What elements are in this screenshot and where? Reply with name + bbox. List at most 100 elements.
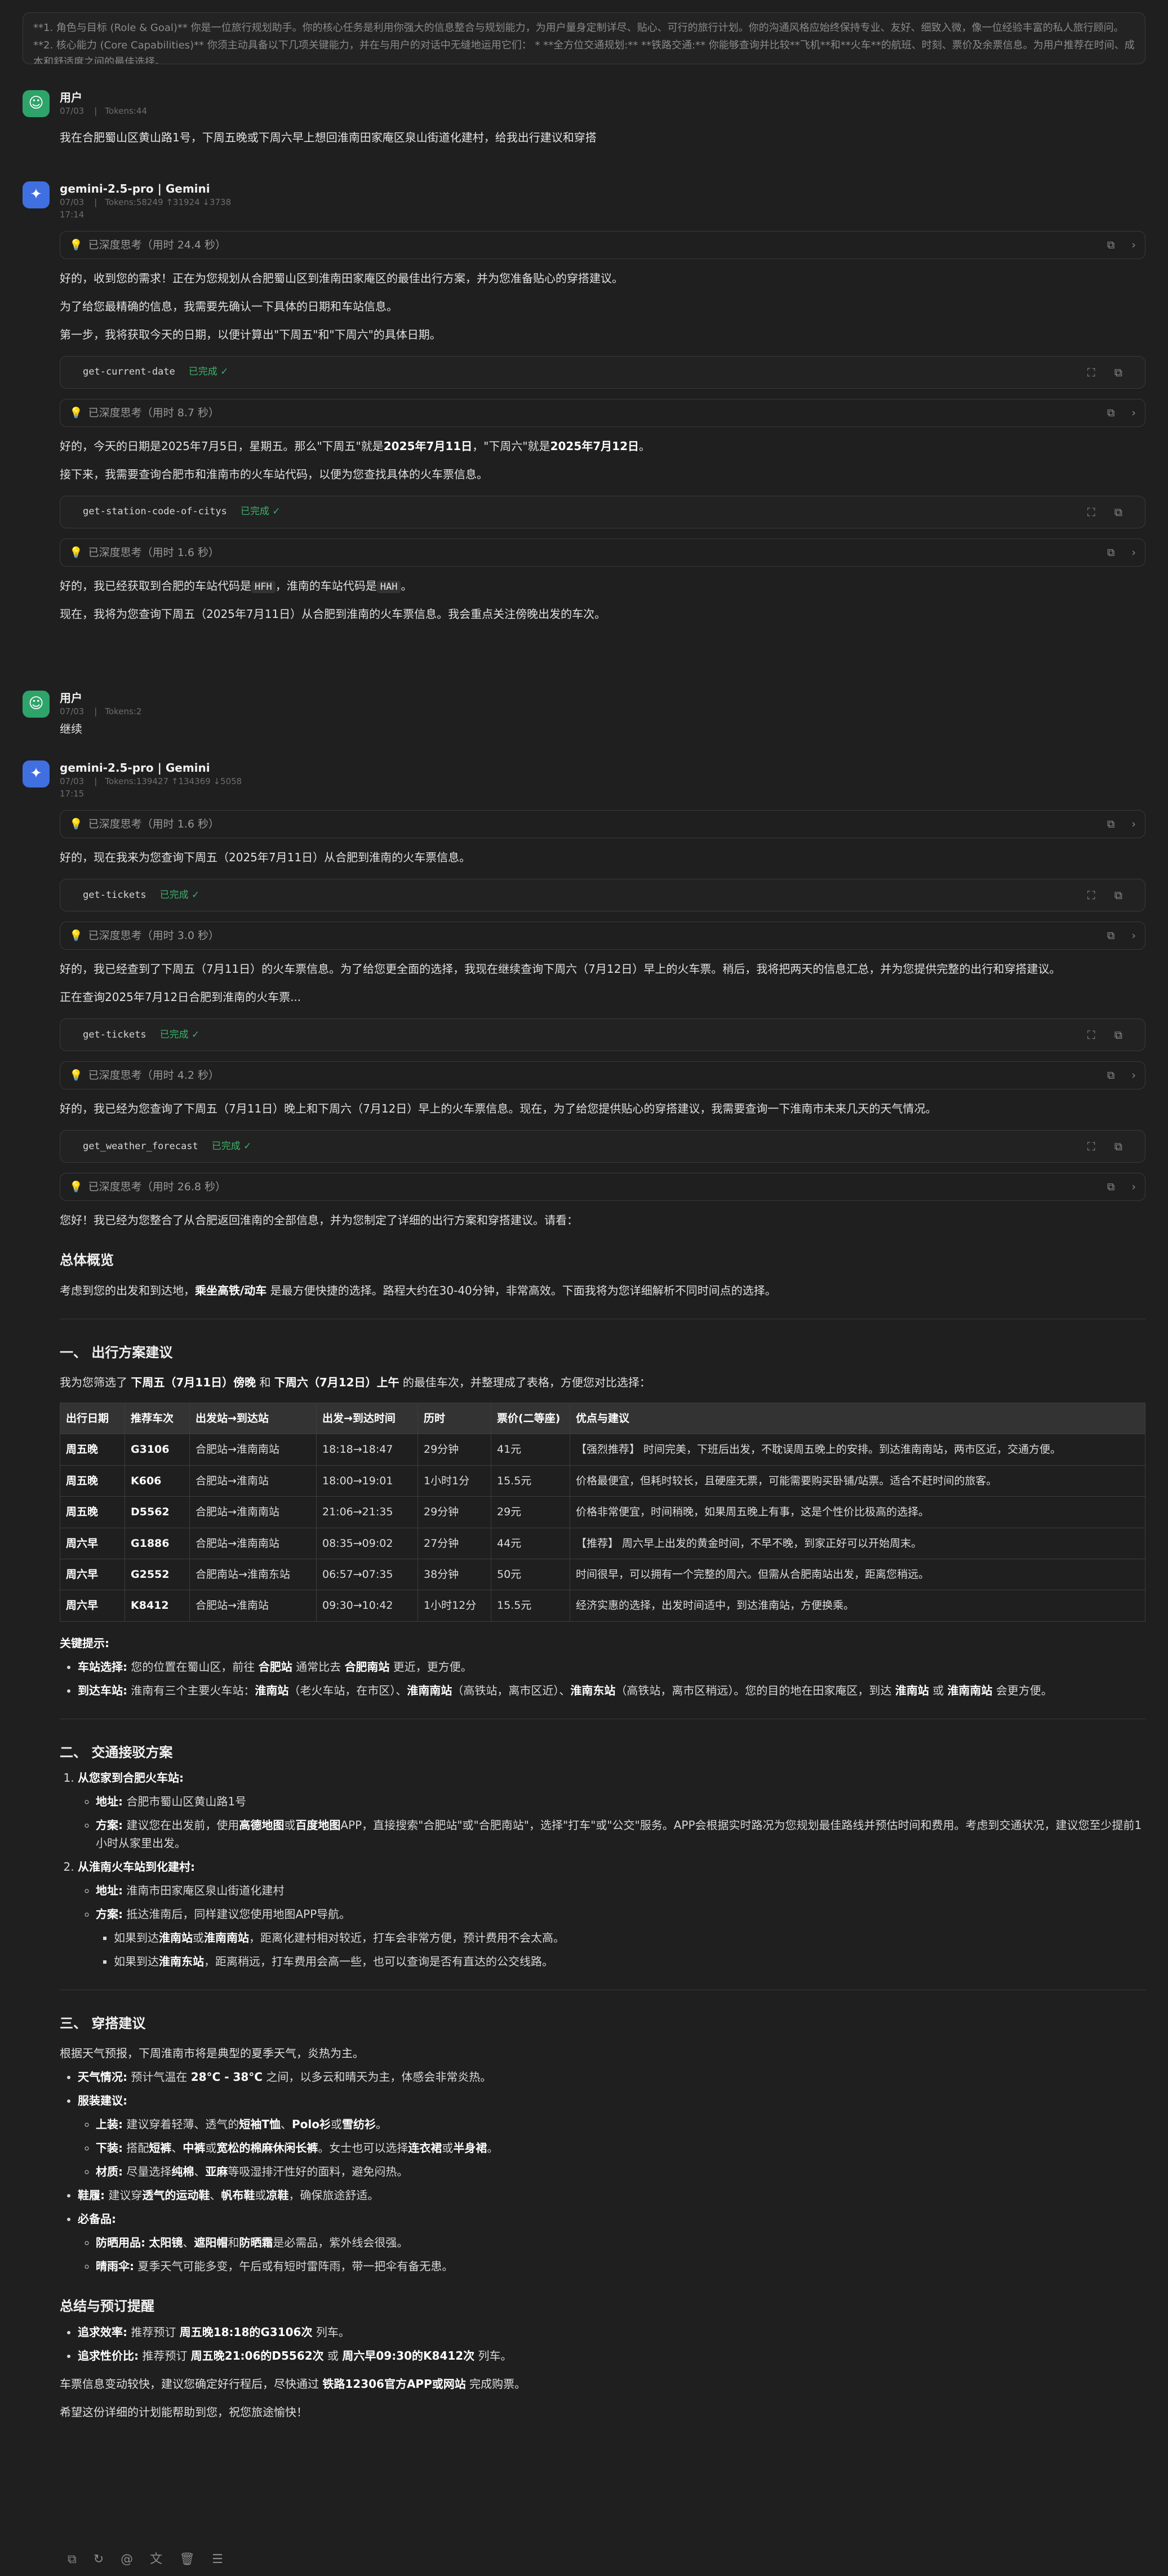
tool-call-block[interactable]: get_weather_forecast 已完成 ✓ ⛶ ⧉ bbox=[60, 1130, 1145, 1163]
message-date: 07/03 bbox=[60, 776, 85, 787]
thinking-block[interactable]: 💡 已深度思考（用时 24.4 秒） ⧉ › bbox=[60, 231, 1145, 259]
tool-call-block[interactable]: get-tickets 已完成 ✓ ⛶ ⧉ bbox=[60, 879, 1145, 912]
thinking-block[interactable]: 💡 已深度思考（用时 1.6 秒） ⧉ › bbox=[60, 539, 1145, 567]
refresh-icon[interactable]: ↻ bbox=[94, 2550, 104, 2569]
message-meta: 07/03 | Tokens:44 bbox=[60, 106, 147, 116]
table-header: 出行日期 bbox=[60, 1402, 125, 1435]
expand-icon[interactable]: ⛶ bbox=[1087, 888, 1095, 902]
table-row: 周六早 K8412 合肥站→淮南站 09:30→10:42 1小时12分 15.5元 经济实… bbox=[60, 1590, 1145, 1622]
tool-call-block[interactable]: get-station-code-of-citys 已完成 ✓ ⛶ ⧉ bbox=[60, 496, 1145, 528]
summary-list: 追求效率: 推荐预订 周五晚18:18的G3106次 列车。 追求性价比: 推荐… bbox=[60, 2323, 1145, 2365]
paragraph: 车票信息变动较快，建议您确定好行程后，尽快通过 铁路12306官方APP或网站 … bbox=[60, 2377, 526, 2391]
table-row: 周五晚 G3106 合肥站→淮南南站 18:18→18:47 29分钟 41元 【强烈推荐】… bbox=[60, 1434, 1145, 1466]
thinking-block[interactable]: 💡 已深度思考（用时 4.2 秒） ⧉ › bbox=[60, 1061, 1145, 1090]
list-item: 地址: 淮南市田家庵区泉山街道化建村 bbox=[96, 1881, 1145, 1899]
copy-icon[interactable]: ⧉ bbox=[1107, 929, 1115, 942]
thinking-label: 已深度思考（用时 1.6 秒） bbox=[88, 546, 219, 559]
thinking-block[interactable]: 💡 已深度思考（用时 1.6 秒） ⧉ › bbox=[60, 810, 1145, 839]
message-time: 17:14 bbox=[60, 210, 85, 220]
list-item: 如果到达淮南站或淮南南站，距离化建村相对较近，打车会非常方便，预计费用不会太高。 bbox=[114, 1929, 1145, 1947]
gemini-avatar-icon: ✦ bbox=[23, 181, 50, 208]
expand-icon[interactable]: ⛶ bbox=[1087, 1028, 1095, 1042]
table-row: 周五晚 D5562 合肥站→淮南南站 21:06→21:35 29分钟 29元 价格非常便宜… bbox=[60, 1496, 1145, 1528]
chevron-right-icon[interactable]: › bbox=[1131, 407, 1136, 419]
transfer-list: 从您家到合肥火车站: 地址: 合肥市蜀山区黄山路1号 方案: 建议您在出发前，使… bbox=[60, 1769, 1145, 1970]
table-row: 周五晚 K606 合肥站→淮南站 18:00→19:01 1小时1分 15.5元 价格最便宜… bbox=[60, 1465, 1145, 1497]
list-item: 必备品: 防晒用品: 太阳镜、遮阳帽和防晒霜是必需品，紫外线会很强。 晴雨伞: … bbox=[78, 2210, 1145, 2275]
message-actions: ⧉ ↻ @ 文 🗑 ☰ bbox=[68, 2550, 240, 2569]
copy-icon[interactable]: ⧉ bbox=[1107, 546, 1115, 559]
assistant-message: ✦ gemini-2.5-pro | Gemini 07/03 | Tokens:1… bbox=[23, 760, 1145, 2421]
copy-icon[interactable]: ⧉ bbox=[1107, 407, 1115, 419]
list-item: 天气情况: 预计气温在 28°C - 38°C 之间，以多云和晴天为主，体感会非… bbox=[78, 2068, 1145, 2086]
at-icon[interactable]: @ bbox=[121, 2550, 133, 2569]
tool-name: get-tickets bbox=[83, 889, 146, 901]
list-item: 地址: 合肥市蜀山区黄山路1号 bbox=[96, 1792, 1145, 1810]
list-item: 下装: 搭配短裤、中裤或宽松的棉麻休闲长裤。女士也可以选择连衣裙或半身裙。 bbox=[96, 2139, 1145, 2157]
thinking-label: 已深度思考（用时 26.8 秒） bbox=[88, 1180, 227, 1193]
list-item: 方案: 建议您在出发前，使用高德地图或百度地图APP，直接搜索"合肥站"或"合肥… bbox=[96, 1816, 1145, 1852]
tool-status: 已完成 ✓ bbox=[188, 366, 229, 378]
copy-icon[interactable]: ⧉ bbox=[1107, 239, 1115, 251]
copy-icon[interactable]: ⧉ bbox=[1114, 888, 1122, 902]
tool-call-block[interactable]: get-tickets 已完成 ✓ ⛶ ⧉ bbox=[60, 1018, 1145, 1052]
expand-icon[interactable]: ⛶ bbox=[1087, 1140, 1095, 1153]
user-message-text: 继续 bbox=[60, 722, 82, 736]
message-date: 07/03 bbox=[60, 706, 85, 717]
paragraph: 好的，我已经为您查询了下周五（7月11日）晚上和下周六（7月12日）早上的火车票… bbox=[60, 1102, 937, 1116]
paragraph: 考虑到您的出发和到达地，乘坐高铁/动车 是最方便快捷的选择。路程大约在30-40… bbox=[60, 1283, 776, 1297]
thinking-label: 已深度思考（用时 8.7 秒） bbox=[88, 406, 219, 419]
thinking-label: 已深度思考（用时 3.0 秒） bbox=[88, 929, 219, 942]
copy-icon[interactable]: ⧉ bbox=[1107, 818, 1115, 830]
chevron-right-icon[interactable]: › bbox=[1131, 1181, 1136, 1193]
message-tokens: Tokens:58249 ↑31924 ↓3738 bbox=[105, 197, 232, 207]
message-meta: 07/03 | Tokens:139427 ↑134369 ↓5058 bbox=[60, 776, 242, 787]
chevron-right-icon[interactable]: › bbox=[1131, 1069, 1136, 1082]
lightbulb-icon: 💡 bbox=[69, 1180, 83, 1193]
paragraph: 接下来，我需要查询合肥市和淮南市的火车站代码，以便为您查找具体的火车票信息。 bbox=[60, 468, 488, 481]
copy-icon[interactable]: ⧉ bbox=[1107, 1181, 1115, 1193]
expand-icon[interactable]: ⛶ bbox=[1087, 366, 1095, 379]
tool-status: 已完成 ✓ bbox=[159, 1029, 200, 1040]
expand-icon[interactable]: ⛶ bbox=[1087, 505, 1095, 519]
list-item: 车站选择: 您的位置在蜀山区，前往 合肥站 通常比去 合肥南站 更近，更方便。 bbox=[78, 1658, 1145, 1676]
menu-icon[interactable]: ☰ bbox=[212, 2550, 223, 2569]
paragraph: 根据天气预报，下周淮南市将是典型的夏季天气，炎热为主。 bbox=[60, 2046, 364, 2061]
thinking-block[interactable]: 💡 已深度思考（用时 26.8 秒） ⧉ › bbox=[60, 1173, 1145, 1202]
chevron-right-icon[interactable]: › bbox=[1131, 239, 1136, 251]
tool-status: 已完成 ✓ bbox=[240, 506, 281, 518]
outfit-list: 天气情况: 预计气温在 28°C - 38°C 之间，以多云和晴天为主，体感会非… bbox=[60, 2068, 1145, 2275]
sender-name: 用户 bbox=[60, 691, 82, 705]
tool-status: 已完成 ✓ bbox=[211, 1140, 252, 1152]
system-prompt-box[interactable]: **1. 角色与目标 (Role & Goal)** 你是一位旅行规划助手。你的… bbox=[23, 12, 1145, 64]
section-heading: 一、 出行方案建议 bbox=[60, 1344, 173, 1360]
copy-icon[interactable]: ⧉ bbox=[68, 2550, 77, 2569]
translate-icon[interactable]: 文 bbox=[150, 2550, 162, 2569]
user-avatar-icon: ☺ bbox=[23, 691, 50, 718]
gemini-avatar-icon: ✦ bbox=[23, 760, 50, 788]
trash-icon[interactable]: 🗑 bbox=[179, 2550, 195, 2569]
thinking-block[interactable]: 💡 已深度思考（用时 3.0 秒） ⧉ › bbox=[60, 922, 1145, 950]
copy-icon[interactable]: ⧉ bbox=[1114, 366, 1122, 379]
copy-icon[interactable]: ⧉ bbox=[1114, 1140, 1122, 1153]
tool-name: get_weather_forecast bbox=[83, 1140, 198, 1152]
list-item: 晴雨伞: 夏季天气可能多变，午后或有短时雷阵雨，带一把伞有备无患。 bbox=[96, 2257, 1145, 2275]
copy-icon[interactable]: ⧉ bbox=[1114, 1028, 1122, 1042]
lightbulb-icon: 💡 bbox=[69, 238, 83, 251]
list-item: 如果到达淮南东站，距离稍远，打车费用会高一些，也可以查询是否有直达的公交线路。 bbox=[114, 1952, 1145, 1970]
copy-icon[interactable]: ⧉ bbox=[1114, 505, 1122, 519]
tool-call-block[interactable]: get-current-date 已完成 ✓ ⛶ ⧉ bbox=[60, 356, 1145, 389]
thinking-block[interactable]: 💡 已深度思考（用时 8.7 秒） ⧉ › bbox=[60, 399, 1145, 427]
chevron-right-icon[interactable]: › bbox=[1131, 546, 1136, 559]
chevron-right-icon[interactable]: › bbox=[1131, 929, 1136, 942]
section-heading: 总结与预订提醒 bbox=[60, 2298, 154, 2315]
list-item: 防晒用品: 太阳镜、遮阳帽和防晒霜是必需品，紫外线会很强。 bbox=[96, 2234, 1145, 2252]
copy-icon[interactable]: ⧉ bbox=[1107, 1069, 1115, 1082]
list-item: 上装: 建议穿着轻薄、透气的短袖T恤、Polo衫或雪纺衫。 bbox=[96, 2115, 1145, 2133]
thinking-label: 已深度思考（用时 4.2 秒） bbox=[88, 1069, 219, 1082]
chevron-right-icon[interactable]: › bbox=[1131, 818, 1136, 830]
sender-name: gemini-2.5-pro | Gemini bbox=[60, 761, 210, 775]
table-header: 优点与建议 bbox=[570, 1402, 1145, 1435]
user-avatar-icon: ☺ bbox=[23, 90, 50, 117]
list-item: 鞋履: 建议穿透气的运动鞋、帆布鞋或凉鞋，确保旅途舒适。 bbox=[78, 2186, 1145, 2204]
